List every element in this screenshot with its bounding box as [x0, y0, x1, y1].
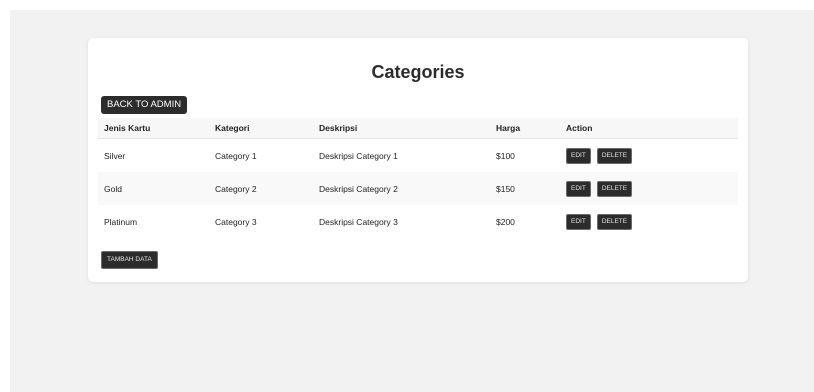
cell-action: EDIT DELETE: [560, 172, 738, 205]
cell-deskripsi: Deskripsi Category 1: [319, 150, 398, 161]
tambah-data-button[interactable]: TAMBAH DATA: [101, 251, 158, 269]
table-header-row: Jenis Kartu Kategori Deskripsi Harga Act…: [98, 118, 738, 139]
cell-action: EDIT DELETE: [560, 139, 738, 173]
delete-button[interactable]: DELETE: [596, 147, 633, 164]
delete-button[interactable]: DELETE: [596, 180, 633, 197]
header-deskripsi: Deskripsi: [313, 118, 490, 139]
cell-kategori: Category 3: [215, 216, 257, 227]
table-row: Silver Category 1 Deskripsi Category 1 $…: [98, 139, 738, 173]
table-row: Gold Category 2 Deskripsi Category 2 $15…: [98, 172, 738, 205]
cell-jenis-kartu: Gold: [98, 172, 209, 205]
table-row: Platinum Category 3 Deskripsi Category 3…: [98, 205, 738, 238]
cell-kategori: Category 2: [209, 172, 313, 205]
edit-button[interactable]: EDIT: [566, 147, 591, 164]
cell-jenis-kartu: Platinum: [104, 216, 138, 227]
header-action: Action: [560, 118, 738, 139]
cell-deskripsi: Deskripsi Category 2: [313, 172, 490, 205]
back-to-admin-button[interactable]: BACK TO ADMIN: [101, 96, 188, 114]
cell-harga: $100: [496, 150, 515, 161]
cell-kategori: Category 1: [215, 150, 257, 161]
edit-button[interactable]: EDIT: [566, 213, 591, 230]
header-jenis-kartu: Jenis Kartu: [98, 118, 209, 139]
edit-button[interactable]: EDIT: [566, 180, 591, 197]
categories-table: Jenis Kartu Kategori Deskripsi Harga Act…: [98, 118, 738, 238]
cell-deskripsi: Deskripsi Category 3: [319, 216, 398, 227]
cell-action: EDIT DELETE: [560, 205, 738, 238]
page-title: Categories: [371, 62, 465, 82]
cell-harga: $200: [496, 216, 515, 227]
cell-harga: $150: [490, 172, 560, 205]
header-kategori: Kategori: [209, 118, 313, 139]
page-background: Categories BACK TO ADMIN Jenis Kartu Kat…: [10, 10, 814, 392]
cell-jenis-kartu: Silver: [104, 150, 126, 161]
delete-button[interactable]: DELETE: [596, 213, 633, 230]
header-harga: Harga: [490, 118, 560, 139]
categories-card: Categories BACK TO ADMIN Jenis Kartu Kat…: [88, 38, 748, 282]
